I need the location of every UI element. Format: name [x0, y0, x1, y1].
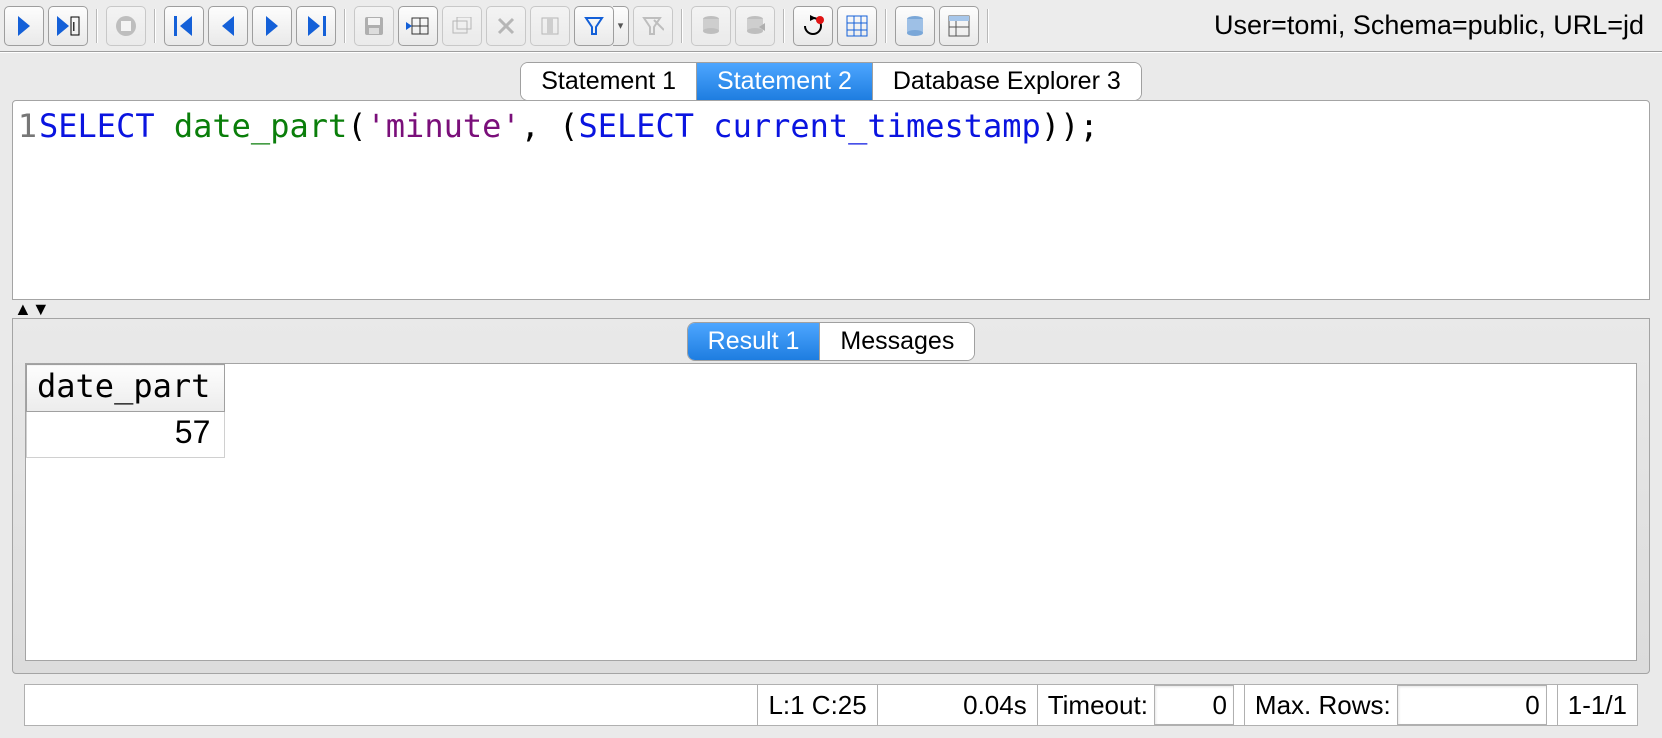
sql-code[interactable]: SELECT date_part('minute', (SELECT curre… [39, 107, 1099, 145]
toolbar-separator [154, 9, 156, 43]
filter-button[interactable] [574, 6, 614, 46]
toolbar-separator [96, 9, 98, 43]
line-number: 1 [15, 107, 39, 145]
toolbar-separator [885, 9, 887, 43]
data-grid-button[interactable] [837, 6, 877, 46]
cell-value[interactable]: 57 [27, 412, 225, 458]
maxrows-input[interactable]: 0 [1397, 685, 1547, 725]
result-grid[interactable]: date_part 57 [25, 363, 1637, 661]
insert-row-button[interactable] [398, 6, 438, 46]
cursor-position: L:1 C:25 [757, 685, 876, 725]
stop-button [106, 6, 146, 46]
tab-database-explorer-3[interactable]: Database Explorer 3 [873, 63, 1141, 100]
clear-filter-button [633, 6, 673, 46]
nav-prev-button[interactable] [208, 6, 248, 46]
toolbar: I [0, 0, 1662, 52]
toolbar-separator [344, 9, 346, 43]
column-header[interactable]: date_part [27, 365, 225, 412]
tabs-statements: Statement 1 Statement 2 Database Explore… [12, 63, 1650, 101]
timeout-input[interactable]: 0 [1154, 685, 1234, 725]
connection-info: User=tomi, Schema=public, URL=jd [1200, 10, 1658, 41]
tab-messages[interactable]: Messages [820, 323, 974, 360]
main-area: Statement 1 Statement 2 Database Explore… [0, 52, 1662, 738]
nav-first-button[interactable] [164, 6, 204, 46]
commit-button [691, 6, 731, 46]
nav-last-button[interactable] [296, 6, 336, 46]
toolbar-separator [783, 9, 785, 43]
tab-statement-2[interactable]: Statement 2 [697, 63, 873, 100]
table-row: 57 [27, 412, 225, 458]
database-view-button[interactable] [895, 6, 935, 46]
tabs-results: Result 1 Messages [13, 319, 1649, 363]
refresh-button[interactable] [793, 6, 833, 46]
run-to-cursor-button[interactable]: I [48, 6, 88, 46]
timeout-label: Timeout: [1048, 690, 1148, 721]
tab-statement-1[interactable]: Statement 1 [521, 63, 697, 100]
save-button [354, 6, 394, 46]
splitter-handle[interactable]: ▲▼ [12, 300, 1650, 318]
svg-text:I: I [72, 19, 76, 34]
sql-editor[interactable]: 1 SELECT date_part('minute', (SELECT cur… [12, 100, 1650, 300]
copy-row-button [442, 6, 482, 46]
maxrows-label: Max. Rows: [1255, 690, 1391, 721]
nav-next-button[interactable] [252, 6, 292, 46]
results-panel: Result 1 Messages date_part 57 [12, 318, 1650, 674]
delete-row-button [486, 6, 526, 46]
row-range: 1-1/1 [1557, 685, 1637, 725]
filter-dropdown[interactable] [613, 6, 629, 46]
maxrows-field: Max. Rows: 0 [1244, 685, 1557, 725]
toolbar-separator [987, 9, 989, 43]
toolbar-separator [681, 9, 683, 43]
form-view-button[interactable] [939, 6, 979, 46]
timeout-field: Timeout: 0 [1037, 685, 1244, 725]
run-button[interactable] [4, 6, 44, 46]
rollback-button [735, 6, 775, 46]
status-bar: L:1 C:25 0.04s Timeout: 0 Max. Rows: 0 1… [24, 684, 1638, 726]
select-columns-button [530, 6, 570, 46]
tab-result-1[interactable]: Result 1 [688, 323, 821, 360]
exec-time: 0.04s [877, 685, 1037, 725]
